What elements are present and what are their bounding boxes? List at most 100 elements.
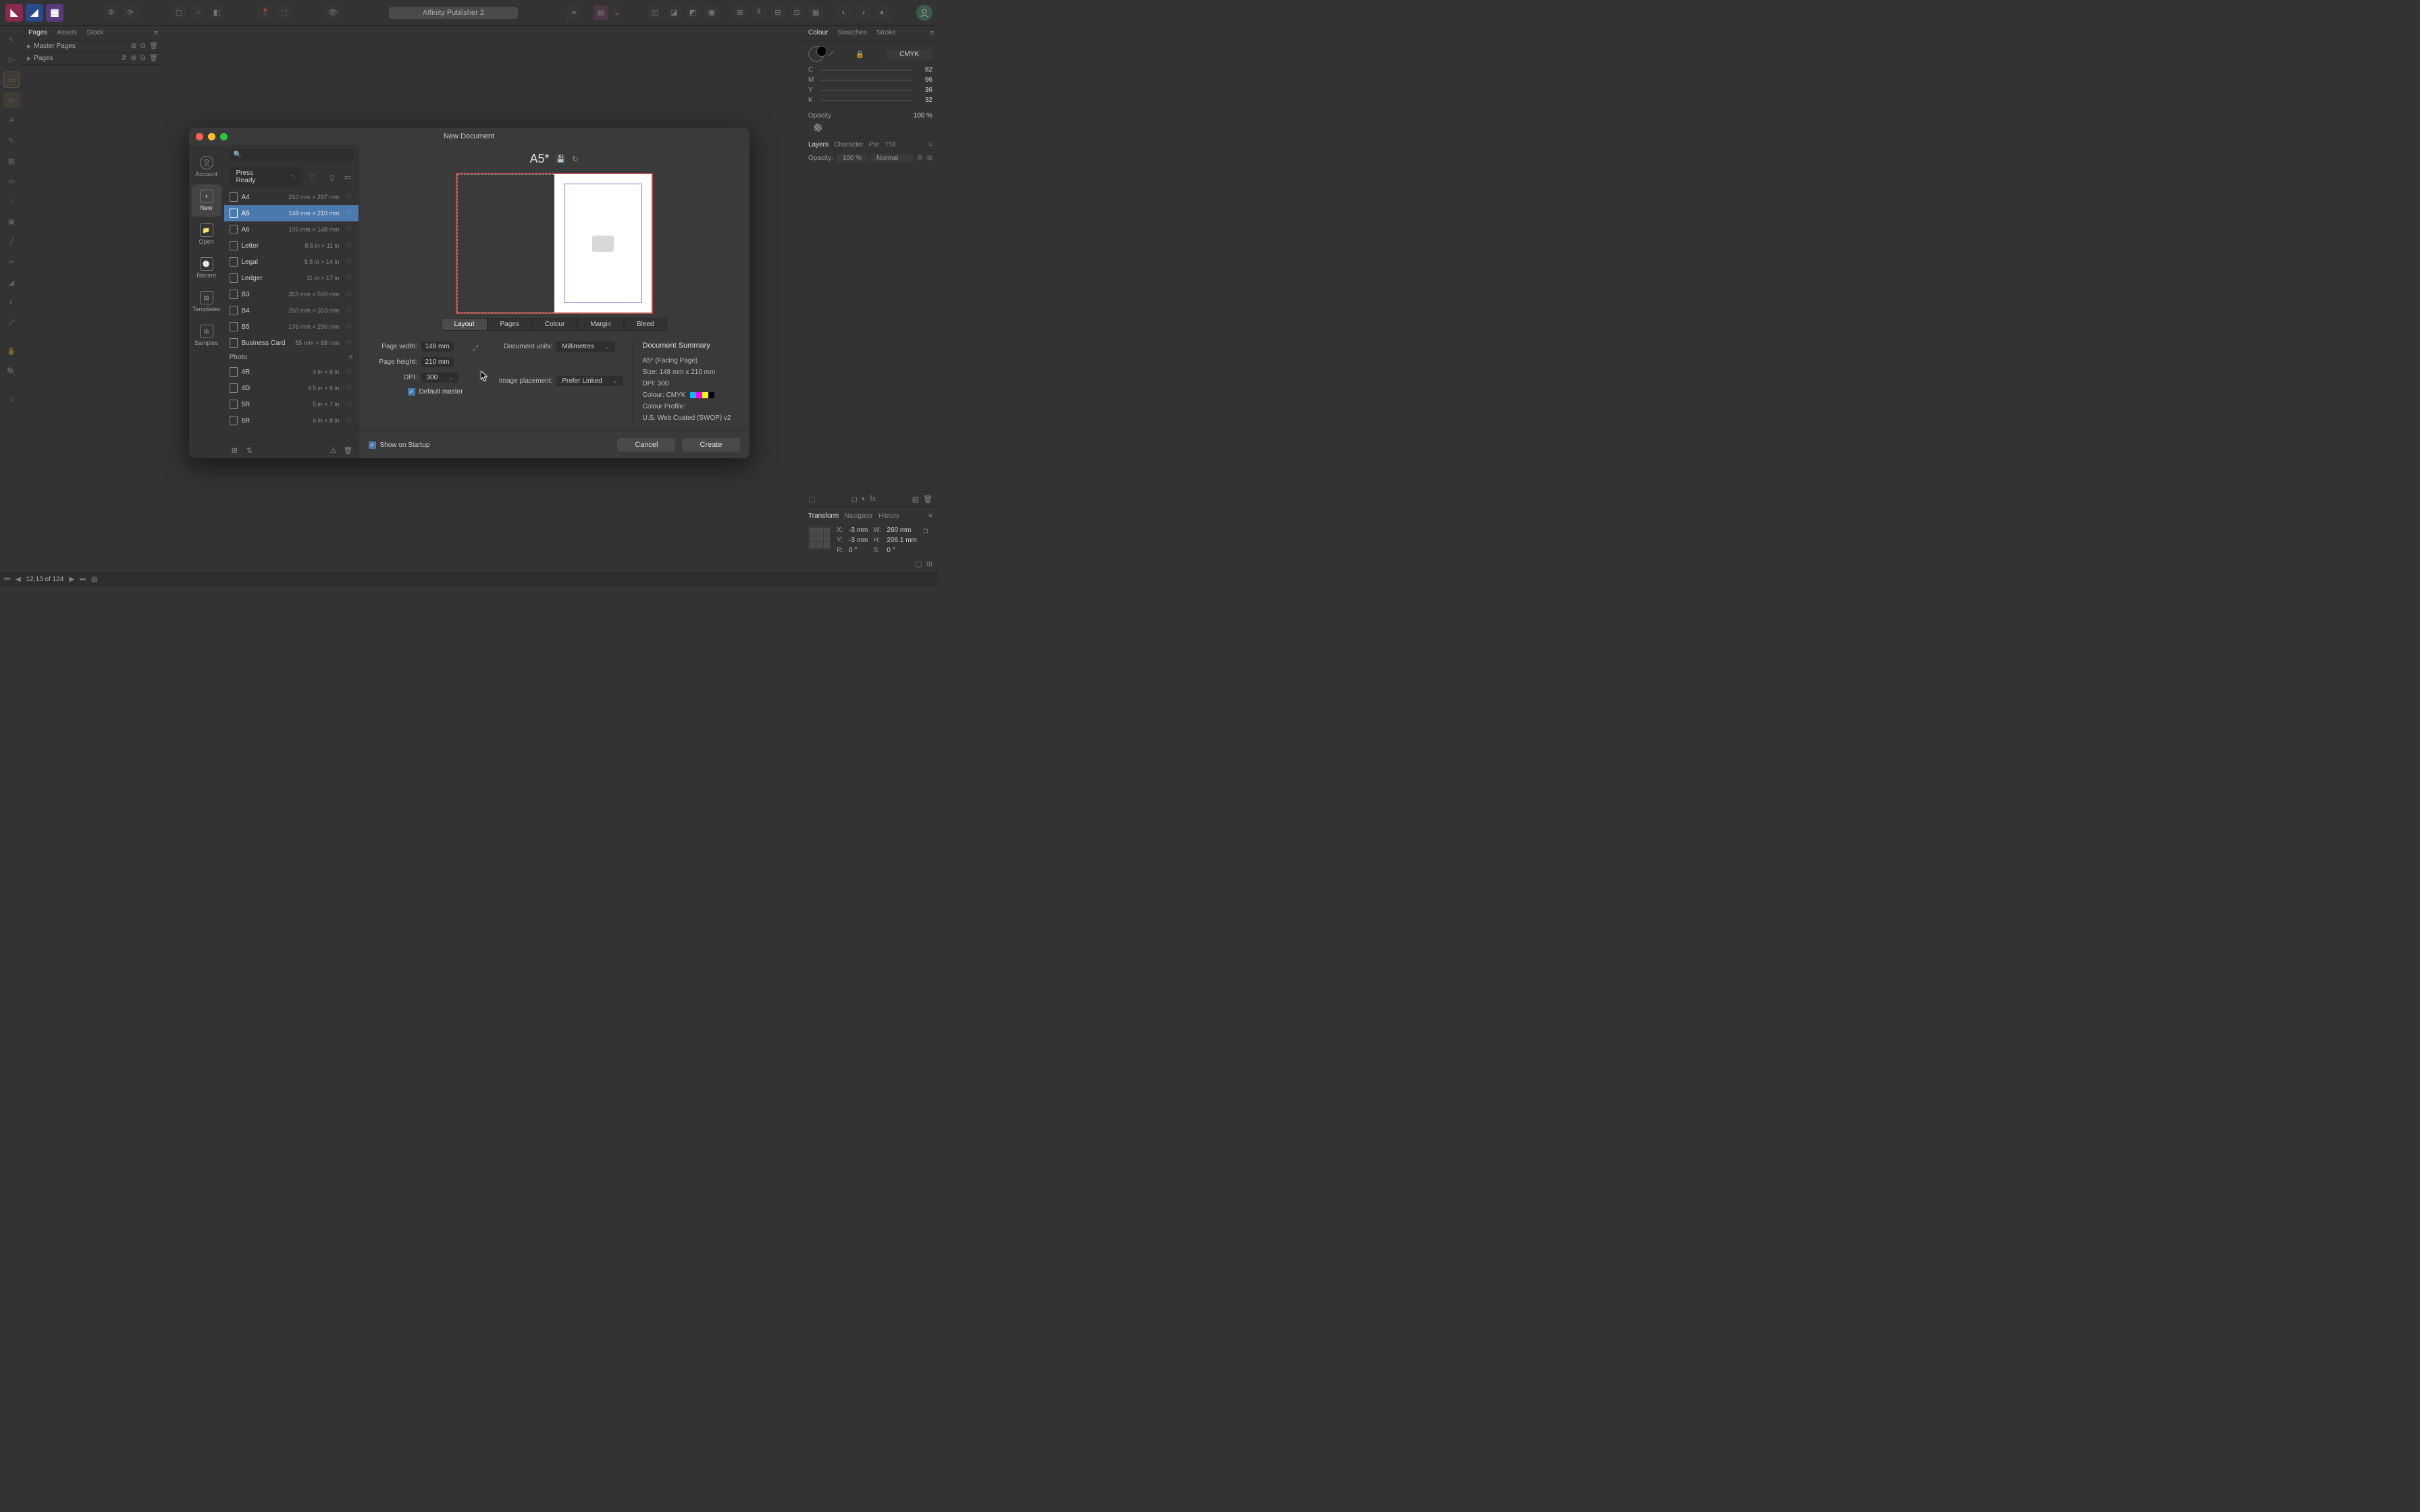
preset-search-input[interactable]: 🔍 — [230, 149, 354, 161]
page-opts-icon[interactable]: ▤ — [91, 576, 97, 583]
tab-transform[interactable]: Transform — [808, 512, 839, 520]
colour-well-icon[interactable]: ○ — [3, 392, 20, 408]
dup-page-icon[interactable]: ⧉ — [140, 55, 145, 62]
tab-stroke[interactable]: Stroke — [875, 28, 897, 38]
shape-circle-icon[interactable]: ○ — [190, 5, 205, 20]
cancel-button[interactable]: Cancel — [617, 438, 675, 452]
tab-assets[interactable]: Assets — [55, 28, 78, 38]
transform-opt2-icon[interactable]: ⊞ — [926, 560, 932, 568]
create-button[interactable]: Create — [682, 438, 739, 452]
preset-legal[interactable]: Legal8.5 in × 14 in♡ — [224, 254, 359, 270]
heart-icon[interactable]: ♡ — [346, 340, 353, 347]
document-units-select[interactable]: Millimetres — [556, 342, 614, 352]
preset-sort-icon[interactable]: ⇅ — [244, 445, 255, 456]
transform-opt1-icon[interactable]: ▢ — [915, 560, 922, 568]
fill-tool-icon[interactable]: ◢ — [3, 274, 20, 290]
zoom-window-icon[interactable] — [220, 133, 228, 140]
preset-5r[interactable]: 5R5 in × 7 in♡ — [224, 396, 359, 412]
text-tool-icon[interactable]: A — [3, 112, 20, 128]
show-on-startup-checkbox[interactable]: ✓ — [369, 441, 376, 449]
transform-menu-icon[interactable]: ≡ — [928, 512, 932, 520]
k-slider[interactable]: K32 — [803, 95, 938, 105]
eyedropper-icon[interactable]: ⟋ — [828, 50, 834, 59]
group-icon[interactable]: ◫ — [648, 5, 662, 20]
layers-menu-icon[interactable]: ≡ — [928, 141, 932, 148]
move-tool-icon[interactable]: ↖ — [3, 31, 20, 47]
delete-layer-icon[interactable]: 🗑 — [923, 495, 932, 504]
add-layer-icon[interactable]: ▤ — [912, 495, 919, 504]
hand-tool-icon[interactable]: ✋ — [3, 343, 20, 359]
zoom-tool-icon[interactable]: 🔍 — [3, 363, 20, 379]
heart-icon[interactable]: ♡ — [346, 259, 353, 266]
preset-b3[interactable]: B3353 mm × 500 mm♡ — [224, 286, 359, 302]
page-indicator[interactable]: 12,13 of 124 — [26, 576, 64, 583]
h-value[interactable]: 206.1 mm — [887, 537, 916, 544]
delete-preset-icon[interactable]: 🗑 — [343, 445, 354, 456]
panel-menu-icon[interactable]: ≡ — [154, 29, 158, 37]
preset-4r[interactable]: 4R4 in × 6 in♡ — [224, 364, 359, 380]
align-icon[interactable]: ≡ — [567, 5, 581, 20]
layer-opacity-value[interactable]: 100 % — [837, 154, 867, 163]
del-page-icon[interactable]: 🗑 — [149, 55, 158, 62]
add-master-icon[interactable]: ⊞ — [131, 43, 136, 50]
tab-textstyles[interactable]: TSt — [885, 141, 895, 148]
persona-publisher[interactable]: ▦ — [46, 4, 63, 22]
pin-icon[interactable]: 📍 — [258, 5, 273, 20]
tab-colour[interactable]: Colour — [807, 28, 829, 38]
chevron-down-icon[interactable]: ⌄ — [612, 5, 621, 20]
add-page-icon[interactable]: ⊞ — [131, 55, 136, 62]
preset-ledger[interactable]: Ledger11 in × 17 in♡ — [224, 270, 359, 286]
preset-list[interactable]: A4210 mm × 297 mm♡ A5148 mm × 210 mm♡ A6… — [224, 189, 359, 441]
dpi-select[interactable]: 300 — [421, 373, 458, 383]
del-master-icon[interactable]: 🗑 — [149, 43, 158, 50]
sidebar-item-recent[interactable]: 🕓 Recent — [192, 252, 221, 284]
anchor-grid[interactable] — [808, 526, 831, 549]
tab-history[interactable]: History — [878, 512, 899, 520]
heart-icon[interactable]: ♡ — [346, 401, 353, 408]
r-value[interactable]: 0 ° — [849, 547, 868, 554]
shape-misc-icon[interactable]: ◧ — [209, 5, 224, 20]
colour-well-icon[interactable] — [808, 46, 824, 62]
tab-stock[interactable]: Stock — [85, 28, 105, 38]
spread-opts-icon[interactable]: ⇵ — [121, 55, 126, 62]
photo-category-header[interactable]: Photo≡ — [224, 351, 359, 364]
m-slider[interactable]: M96 — [803, 75, 938, 85]
lock-icon[interactable]: 🔒 — [856, 50, 865, 59]
pages-section[interactable]: ▶ Pages ⇵ ⊞ ⧉ 🗑 — [23, 53, 162, 65]
link-wh-icon[interactable]: ⊐ — [922, 526, 928, 535]
group3-icon[interactable]: ◩ — [685, 5, 700, 20]
heart-icon[interactable]: ♡ — [346, 226, 353, 234]
favourite-icon[interactable]: ♡ — [307, 171, 318, 183]
rect-tool-icon[interactable]: ▭ — [3, 173, 20, 189]
baseline-icon[interactable]: ▤ — [594, 5, 608, 20]
preset-6r[interactable]: 6R6 in × 8 in♡ — [224, 412, 359, 429]
w-value[interactable]: 260 mm — [887, 526, 916, 534]
edit-layers-icon[interactable]: ⬚ — [808, 495, 815, 504]
tab-pages-settings[interactable]: Pages — [488, 318, 532, 331]
landscape-icon[interactable]: ▭ — [342, 171, 353, 183]
fx-icon[interactable]: fx — [870, 495, 876, 504]
dialog-titlebar[interactable]: New Document — [189, 128, 749, 145]
heart-icon[interactable]: ♡ — [346, 275, 353, 282]
heart-icon[interactable]: ♡ — [346, 369, 353, 376]
minimize-window-icon[interactable] — [208, 133, 215, 140]
sidebar-item-open[interactable]: 📁 Open — [192, 218, 221, 250]
heart-icon[interactable]: ♡ — [346, 291, 353, 298]
preset-a4[interactable]: A4210 mm × 297 mm♡ — [224, 189, 359, 205]
arrange-icon[interactable]: ⊞ — [733, 5, 747, 20]
preset-business-card[interactable]: Business Card55 mm × 88 mm♡ — [224, 335, 359, 351]
misc2-icon[interactable]: ◑ — [856, 5, 870, 20]
persona-photo[interactable]: ◣ — [5, 4, 23, 22]
add-preset-icon[interactable]: ⊞ — [230, 445, 240, 456]
pen-tool-icon[interactable]: ✎ — [3, 132, 20, 148]
line-tool-icon[interactable]: ╱ — [3, 234, 20, 250]
tab-paragraph[interactable]: Par — [869, 141, 880, 148]
heart-icon[interactable]: ♡ — [346, 242, 353, 250]
preview-icon[interactable]: 👁 — [325, 5, 340, 20]
group2-icon[interactable]: ◪ — [666, 5, 681, 20]
noise-icon[interactable] — [814, 124, 822, 132]
gear-icon[interactable]: ⚙ — [917, 155, 923, 162]
sidebar-item-account[interactable]: Account — [192, 151, 221, 183]
prefs-icon[interactable]: ⚙ — [104, 5, 119, 20]
tab-navigator[interactable]: Navigator — [844, 512, 873, 520]
